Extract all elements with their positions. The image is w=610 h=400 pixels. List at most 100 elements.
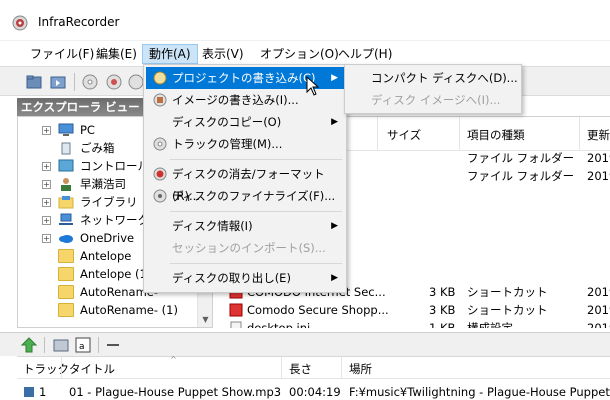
menu-item-finalize-disc[interactable]: ディスクのファイナライズ(F)... (146, 185, 344, 207)
column-length[interactable]: 長さ (289, 361, 312, 377)
cell-type: ファイル フォルダー (467, 169, 575, 183)
cell-date: 2019 (587, 285, 610, 299)
up-arrow-icon[interactable] (20, 336, 38, 354)
column-title[interactable]: タイトル (69, 361, 115, 377)
menu-help[interactable]: ヘルプ(H) (332, 44, 398, 64)
menu-item-label: ディスクの取り出し(E) (172, 271, 291, 285)
menu-action[interactable]: 動作(A) (142, 44, 198, 64)
title-bar: InfraRecorder (0, 0, 610, 40)
cell-location: F:¥music¥Twilightning - Plague-House Pup… (349, 385, 610, 399)
tree-item-label: AutoRename- (1) (80, 303, 178, 317)
expand-icon[interactable]: + (42, 162, 51, 171)
menu-view[interactable]: 表示(V) (196, 44, 250, 64)
onedrive-icon (59, 235, 73, 243)
app-icon (12, 15, 28, 31)
burn-project-submenu: コンパクト ディスクへ(D)... ディスク イメージへ(I)... (344, 64, 522, 114)
control-panel-icon (58, 159, 74, 172)
cell-date: 2019 (587, 151, 610, 165)
column-type[interactable]: 項目の種類 (467, 127, 525, 143)
menu-item-label: イメージの書き込み(I)... (172, 93, 299, 107)
expand-icon[interactable]: + (42, 198, 51, 207)
submenu-arrow-icon: ▶ (331, 221, 338, 231)
cell-title: 01 - Plague-House Puppet Show.mp3 (69, 385, 282, 399)
user-icon (61, 178, 71, 191)
column-divider[interactable] (459, 117, 460, 151)
menu-item-label: セッションのインポート(S)... (172, 241, 326, 255)
scroll-down-icon[interactable]: ▼ (198, 312, 212, 327)
menu-item-copy-disc[interactable]: ディスクのコピー(O) ▶ (146, 111, 344, 133)
toolbar-separator (44, 337, 45, 353)
column-size[interactable]: サイズ (387, 127, 421, 143)
cell-length: 00:04:19 (289, 385, 341, 399)
finalize-disc-icon (153, 189, 167, 203)
submenu-arrow-icon: ▶ (331, 73, 338, 83)
expand-icon[interactable]: + (42, 234, 51, 243)
column-divider[interactable] (579, 117, 580, 151)
window-title: InfraRecorder (38, 15, 120, 29)
cell-type: 構成設定 (467, 321, 513, 328)
toolbar-separator (74, 73, 75, 91)
folder-icon (58, 267, 74, 281)
burn-icon[interactable] (104, 72, 124, 92)
expand-icon[interactable]: + (42, 216, 51, 225)
burn-image-icon (153, 93, 167, 107)
menu-item-label: ディスク情報(I) (172, 219, 253, 233)
cell-size: 3 KB (429, 303, 456, 317)
action-menu: プロジェクトの書き込み(C) ▶ イメージの書き込み(I)... ディスクのコピ… (143, 64, 347, 293)
menu-edit[interactable]: 編集(E) (90, 44, 143, 64)
menu-item-eject-disc[interactable]: ディスクの取り出し(E) ▶ (146, 267, 344, 289)
tree-item-folder[interactable]: AutoRename- (1) (18, 301, 198, 319)
column-date[interactable]: 更新 (587, 127, 610, 143)
new-folder-icon[interactable] (52, 336, 70, 354)
cell-name: desktop.ini (247, 321, 311, 328)
submenu-arrow-icon: ▶ (331, 117, 338, 127)
table-row[interactable]: Comodo Secure Shopp... 3 KB ショートカット 2019 (215, 301, 610, 319)
rename-icon[interactable]: a (74, 336, 92, 354)
menu-item-erase-disc[interactable]: ディスクの消去/フォーマット(R)... (146, 163, 344, 203)
cell-type: ショートカット (467, 285, 548, 299)
column-divider[interactable] (377, 117, 378, 151)
cell-date: 2019 (587, 169, 610, 183)
folder-icon (58, 285, 74, 299)
cell-date: 2019 (587, 303, 610, 317)
remove-icon[interactable] (104, 336, 122, 354)
new-project-icon[interactable] (24, 72, 44, 92)
disc-icon[interactable] (80, 72, 100, 92)
open-project-icon[interactable] (48, 72, 68, 92)
table-row[interactable]: desktop.ini 1 KB 構成設定 2019 (215, 319, 610, 328)
track-list-header: トラック タイトル ^ 長さ 場所 (17, 355, 610, 379)
column-divider[interactable] (281, 357, 282, 379)
project-toolbar: a (0, 332, 610, 356)
menu-item-label: ディスクのファイナライズ(F)... (172, 189, 336, 203)
table-row[interactable]: 1 01 - Plague-House Puppet Show.mp3 00:0… (17, 383, 610, 400)
network-icon (59, 213, 73, 225)
track-list[interactable]: トラック タイトル ^ 長さ 場所 1 01 - Plague-House Pu… (17, 355, 610, 400)
menu-item-to-compact-disc[interactable]: コンパクト ディスクへ(D)... (347, 67, 519, 89)
cell-track: 1 (39, 385, 47, 399)
menu-item-manage-tracks[interactable]: トラックの管理(M)... (146, 133, 344, 155)
burn-project-icon (153, 71, 167, 85)
menu-item-to-disc-image: ディスク イメージへ(I)... (371, 93, 501, 107)
cell-type: ショートカット (467, 303, 548, 317)
cell-date: 2019 (587, 321, 610, 328)
cell-size: 1 KB (429, 321, 456, 328)
column-divider[interactable] (341, 357, 342, 379)
cell-type: ファイル フォルダー (467, 151, 575, 165)
column-location[interactable]: 場所 (349, 361, 372, 377)
tree-item-label: Antelope (80, 249, 132, 263)
toolbar-separator (98, 337, 99, 353)
svg-text:a: a (79, 342, 85, 352)
menu-file[interactable]: ファイル(F) (24, 44, 100, 64)
expand-icon[interactable]: + (42, 126, 51, 135)
tree-item-label: ごみ箱 (80, 141, 115, 155)
menu-item-label: トラックの管理(M)... (172, 137, 283, 151)
menu-bar: ファイル(F) 編集(E) 動作(A) 表示(V) オプション(O) ヘルプ(H… (0, 40, 610, 65)
menu-item-disc-info[interactable]: ディスク情報(I) ▶ (146, 215, 344, 237)
cell-size: 3 KB (429, 285, 456, 299)
tree-item-label: ライブラリ (80, 195, 138, 209)
column-track[interactable]: トラック (23, 361, 69, 377)
expand-icon[interactable]: + (42, 180, 51, 189)
folder-icon (58, 303, 74, 317)
menu-item-import-session: セッションのインポート(S)... (146, 237, 344, 259)
column-divider[interactable] (61, 357, 62, 379)
